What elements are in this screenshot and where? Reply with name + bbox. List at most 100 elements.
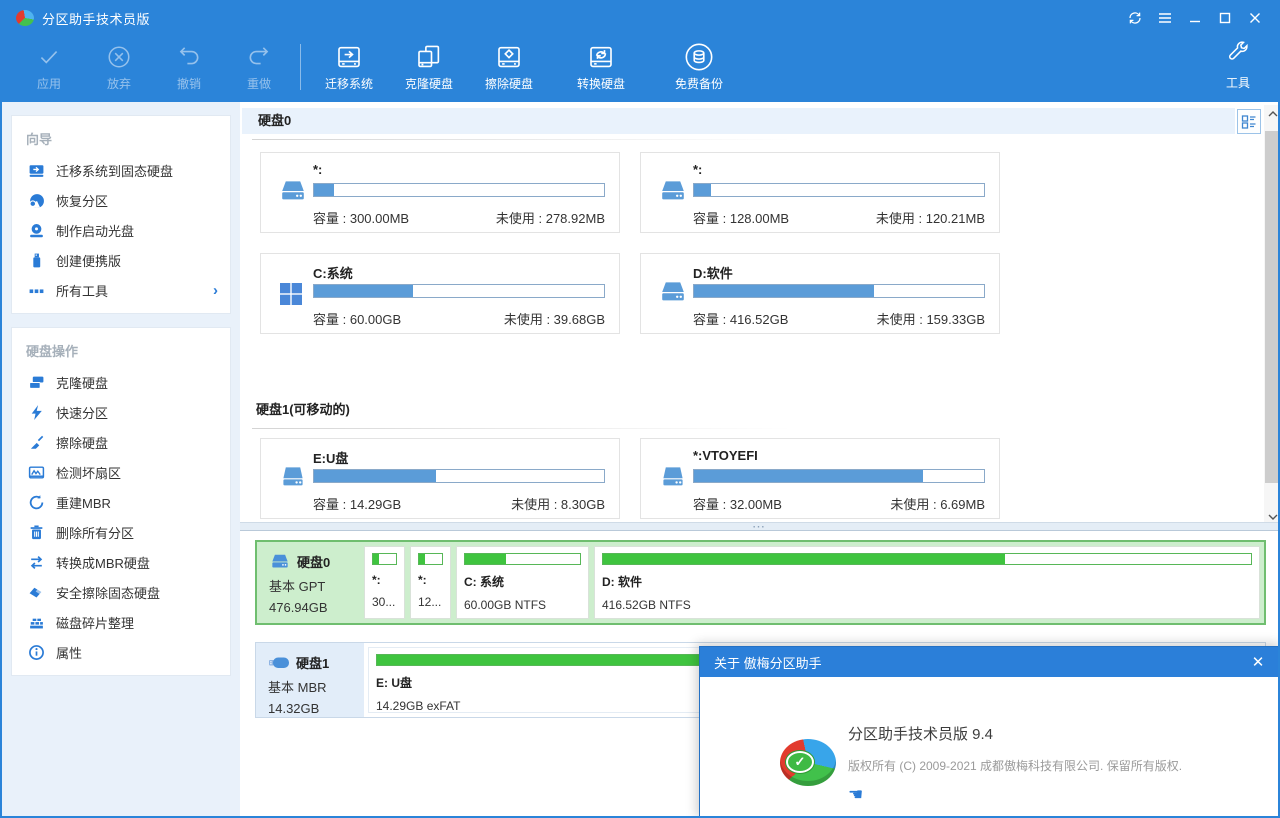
- convert-disk-button[interactable]: 转换硬盘: [561, 38, 641, 92]
- apply-button[interactable]: 应用: [14, 38, 84, 92]
- wrench-icon: [1225, 40, 1251, 71]
- disk-name: 硬盘0: [297, 552, 330, 571]
- sidebar-item-label: 所有工具: [56, 281, 108, 300]
- partition-block-d0p1[interactable]: *: 30...: [364, 546, 405, 619]
- sidebar-item-label: 转换成MBR硬盘: [56, 553, 150, 572]
- scroll-up-icon[interactable]: [1264, 105, 1278, 123]
- partition-block-d0p2[interactable]: *: 12...: [410, 546, 451, 619]
- sidebar-item-create-portable[interactable]: 创建便携版: [12, 245, 230, 275]
- sidebar-item-convert-to-mbr[interactable]: 转换成MBR硬盘: [12, 547, 230, 577]
- partition-block-c-system[interactable]: C: 系统 60.00GB NTFS: [456, 546, 589, 619]
- sidebar-item-rebuild-mbr[interactable]: 重建MBR: [12, 487, 230, 517]
- wipe-disk-button[interactable]: 擦除硬盘: [469, 38, 549, 92]
- tools-button[interactable]: 工具: [1210, 40, 1266, 91]
- sidebar-item-clone-disk[interactable]: 克隆硬盘: [12, 367, 230, 397]
- menu-icon[interactable]: [1150, 5, 1180, 31]
- sidebar-item-label: 擦除硬盘: [56, 433, 108, 452]
- trash-icon: [28, 524, 45, 541]
- migrate-disk-icon: [28, 162, 45, 179]
- sidebar-item-delete-all-partitions[interactable]: 删除所有分区: [12, 517, 230, 547]
- sidebar-item-wipe-disk[interactable]: 擦除硬盘: [12, 427, 230, 457]
- sidebar-item-label: 克隆硬盘: [56, 373, 108, 392]
- view-toggle-button[interactable]: [1237, 109, 1261, 134]
- redo-icon: [246, 41, 272, 73]
- clone-disk-button[interactable]: 克隆硬盘: [389, 38, 469, 92]
- windows-logo-icon: [278, 282, 304, 311]
- app-logo-icon: [16, 10, 34, 26]
- scroll-down-icon[interactable]: [1264, 508, 1278, 522]
- removable-drive-icon: [278, 465, 308, 494]
- sidebar-item-migrate-os-to-ssd[interactable]: 迁移系统到固态硬盘: [12, 155, 230, 185]
- partition-card-d-software[interactable]: D:软件 容量 : 416.52GB 未使用 : 159.33GB: [640, 253, 1000, 334]
- scrollbar-thumb[interactable]: [1265, 131, 1278, 483]
- panel-splitter[interactable]: ⋯: [240, 522, 1278, 531]
- copyright-text: 版权所有 (C) 2009-2021 成都傲梅科技有限公司. 保留所有版权.: [848, 757, 1182, 774]
- sidebar-item-label: 创建便携版: [56, 251, 121, 270]
- undo-button[interactable]: 撤销: [154, 38, 224, 92]
- divider: [252, 139, 792, 140]
- erase-disk-icon: [494, 41, 524, 73]
- dialog-close-icon[interactable]: ✕: [1247, 651, 1269, 673]
- sidebar-item-label: 重建MBR: [56, 493, 111, 512]
- info-icon: [28, 644, 45, 661]
- redo-button[interactable]: 重做: [224, 38, 294, 92]
- vertical-scrollbar[interactable]: [1264, 105, 1278, 522]
- sidebar-item-label: 制作启动光盘: [56, 221, 134, 240]
- sync-icon[interactable]: [1120, 5, 1150, 31]
- volume-label: *:VTOYEFI: [693, 448, 758, 463]
- removable-drive-icon: [658, 465, 688, 494]
- lightning-icon: [28, 404, 45, 421]
- broom-icon: [28, 434, 45, 451]
- partition-card-disk0-p1[interactable]: *: 容量 : 300.00MB 未使用 : 278.92MB: [260, 152, 620, 233]
- partition-card-disk0-p2[interactable]: *: 容量 : 128.00MB 未使用 : 120.21MB: [640, 152, 1000, 233]
- migrate-disk-icon: [334, 41, 364, 73]
- sidebar-item-check-bad-sectors[interactable]: 检测坏扇区: [12, 457, 230, 487]
- partition-card-c-system[interactable]: C:系统 容量 : 60.00GB 未使用 : 39.68GB: [260, 253, 620, 334]
- maximize-button[interactable]: [1210, 5, 1240, 31]
- close-button[interactable]: [1240, 5, 1270, 31]
- usage-bar: [693, 183, 985, 197]
- sidebar-item-label: 属性: [56, 643, 82, 662]
- section-title: 硬盘操作: [12, 332, 230, 367]
- partition-block-d-software[interactable]: D: 软件 416.52GB NTFS: [594, 546, 1260, 619]
- section-title: 向导: [12, 120, 230, 155]
- migrate-system-button[interactable]: 迁移系统: [309, 38, 389, 92]
- sidebar-item-quick-partition[interactable]: 快速分区: [12, 397, 230, 427]
- sidebar-section-disk-operations: 硬盘操作 克隆硬盘 快速分区 擦除硬盘: [11, 327, 231, 676]
- sidebar-item-secure-erase-ssd[interactable]: 安全擦除固态硬盘: [12, 577, 230, 607]
- hdd-icon: [269, 553, 291, 570]
- capacity-text: 容量 : 32.00MB: [693, 494, 782, 513]
- check-icon: [36, 41, 62, 73]
- free-backup-button[interactable]: 免费备份: [659, 38, 739, 92]
- sidebar-item-all-tools[interactable]: 所有工具 ›: [12, 275, 230, 305]
- partition-card-e-usb[interactable]: E:U盘 容量 : 14.29GB 未使用 : 8.30GB: [260, 438, 620, 519]
- discard-button[interactable]: 放弃: [84, 38, 154, 92]
- pie-recover-icon: [28, 192, 45, 209]
- boot-disc-icon: [28, 222, 45, 239]
- capacity-text: 容量 : 128.00MB: [693, 208, 789, 227]
- disk-name: 硬盘1: [296, 653, 329, 672]
- disk1-section-header[interactable]: 硬盘1(可移动的): [256, 399, 350, 418]
- clone-disk-icon: [28, 374, 45, 391]
- minimize-button[interactable]: [1180, 5, 1210, 31]
- sidebar-item-recover-partition[interactable]: 恢复分区: [12, 185, 230, 215]
- sidebar-item-make-bootable-media[interactable]: 制作启动光盘: [12, 215, 230, 245]
- disk-row-0[interactable]: 硬盘0 基本 GPT 476.94GB *: 30... *: 12...: [255, 540, 1266, 625]
- usb-drive-icon: [268, 655, 290, 670]
- defrag-icon: [28, 614, 45, 631]
- sidebar-item-properties[interactable]: 属性: [12, 637, 230, 667]
- volume-label: D:软件: [693, 263, 733, 282]
- disk1-info[interactable]: 硬盘1 基本 MBR 14.32GB: [256, 643, 364, 717]
- disk0-section-header[interactable]: 硬盘0: [242, 108, 1235, 134]
- sidebar-item-disk-defrag[interactable]: 磁盘碎片整理: [12, 607, 230, 637]
- volume-label: E:U盘: [313, 448, 348, 467]
- ellipsis-icon: [28, 282, 45, 299]
- hdd-icon: [658, 280, 688, 309]
- usage-bar: [313, 183, 605, 197]
- cancel-circle-icon: [106, 41, 132, 73]
- partition-card-vtoyefi[interactable]: *:VTOYEFI 容量 : 32.00MB 未使用 : 6.69MB: [640, 438, 1000, 519]
- unused-text: 未使用 : 39.68GB: [504, 309, 605, 328]
- disk0-info[interactable]: 硬盘0 基本 GPT 476.94GB: [257, 542, 360, 623]
- hand-pointer-icon[interactable]: ☚: [848, 785, 863, 805]
- disk-size: 14.32GB: [268, 701, 364, 716]
